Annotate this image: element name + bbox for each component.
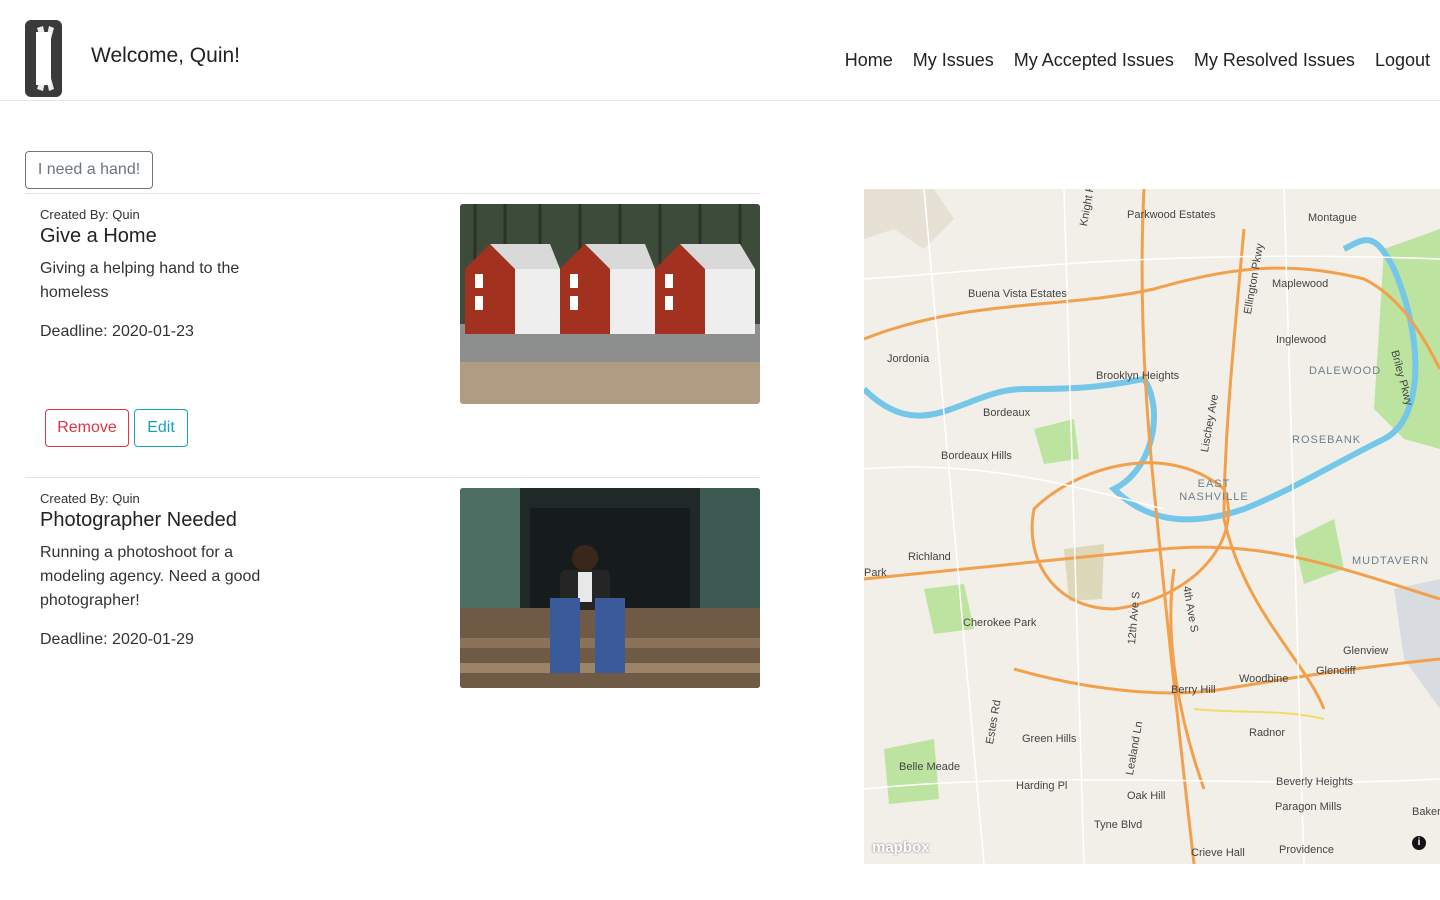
map-label: Providence: [1279, 844, 1335, 856]
map-label: Park: [864, 567, 887, 579]
map-label: DALEWOOD: [1309, 365, 1382, 377]
map-label: Bordeaux Hills: [941, 450, 1012, 462]
map-label: Buena Vista Estates: [968, 288, 1067, 300]
issue-description: Running a photoshoot for a modeling agen…: [40, 544, 261, 609]
map-label: Richland: [908, 551, 951, 563]
map-label: Belle Meade: [899, 761, 961, 773]
nav-home[interactable]: Home: [845, 50, 893, 71]
map-label: Paragon Mills: [1275, 801, 1342, 813]
need-a-hand-button[interactable]: I need a hand!: [25, 151, 153, 189]
nav-my-issues[interactable]: My Issues: [913, 50, 994, 71]
mapbox-logo[interactable]: mapbox: [872, 839, 930, 856]
map-label: EAST NASHVILLE: [1179, 478, 1249, 503]
map-label: Oak Hill: [1127, 790, 1166, 802]
map-label: Green Hills: [1022, 733, 1077, 745]
map-label: Berry Hill: [1171, 684, 1216, 696]
remove-button[interactable]: Remove: [45, 409, 129, 447]
issue-creator: Created By: Quin: [40, 207, 140, 222]
map-label: Tyne Blvd: [1094, 819, 1143, 831]
issue-creator: Created By: Quin: [40, 491, 140, 506]
map-label: Glenview: [1343, 645, 1389, 657]
map-label: Jordonia: [887, 353, 930, 365]
map-label: Parkwood Estates: [1127, 209, 1216, 221]
issue-deadline: Deadline: 2020-01-23: [40, 323, 194, 340]
map-label: Harding Pl: [1016, 780, 1068, 792]
issue-title: Give a Home: [40, 225, 157, 247]
issue-title: Photographer Needed: [40, 509, 237, 531]
map-label: Woodbine: [1239, 673, 1289, 685]
map-label: Beverly Heights: [1276, 776, 1354, 788]
edit-button[interactable]: Edit: [134, 409, 188, 447]
map-view[interactable]: Parkwood Estates Montague Maplewood Buen…: [864, 189, 1440, 864]
map-label: Montague: [1308, 212, 1357, 224]
map-label: Glencliff: [1316, 665, 1356, 677]
nav-logout[interactable]: Logout: [1375, 50, 1430, 71]
map-label: Maplewood: [1272, 278, 1329, 290]
map-label: Radnor: [1249, 727, 1286, 739]
map-label: Crieve Hall: [1191, 847, 1245, 859]
issue-image-houses: [460, 204, 760, 404]
main-nav: Home My Issues My Accepted Issues My Res…: [825, 50, 1430, 71]
map-label: MUDTAVERN: [1352, 555, 1430, 567]
map-label: Bakertow: [1412, 806, 1440, 818]
map-label: Bordeaux: [983, 407, 1031, 419]
map-label: Brooklyn Heights: [1096, 370, 1180, 382]
map-label: ROSEBANK: [1292, 434, 1362, 446]
navbar: Welcome, Quin! Home My Issues My Accepte…: [0, 0, 1440, 101]
welcome-message: Welcome, Quin!: [91, 44, 240, 67]
issue-deadline: Deadline: 2020-01-29: [40, 631, 194, 648]
logo-hands-icon[interactable]: [25, 20, 62, 97]
issue-image-photographer: [460, 488, 760, 688]
map-label: Cherokee Park: [963, 617, 1037, 629]
issue-card: Created By: Quin Photographer Needed Run…: [25, 477, 760, 697]
map-label: Inglewood: [1276, 334, 1327, 346]
issue-card: Created By: Quin Give a Home Giving a he…: [25, 193, 760, 478]
info-icon[interactable]: i: [1412, 836, 1426, 850]
nav-my-accepted-issues[interactable]: My Accepted Issues: [1014, 50, 1174, 71]
nav-my-resolved-issues[interactable]: My Resolved Issues: [1194, 50, 1355, 71]
issue-description: Giving a helping hand to the homeless: [40, 260, 240, 301]
